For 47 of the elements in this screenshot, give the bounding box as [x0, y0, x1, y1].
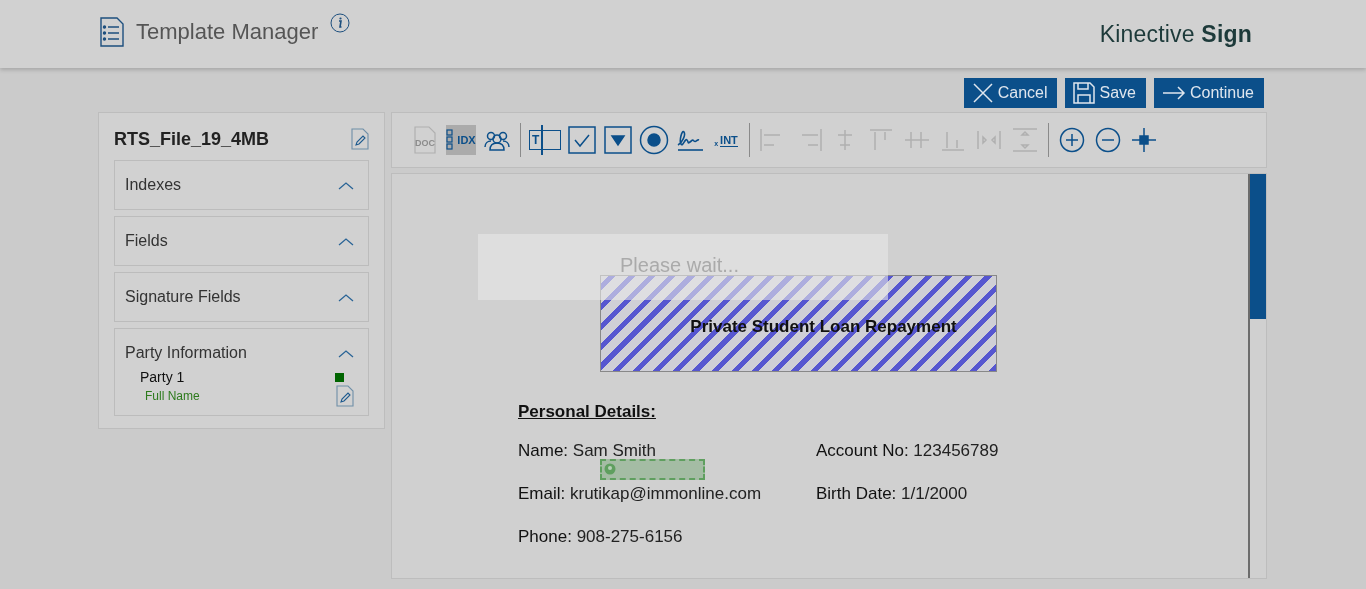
detail-text: Email: krutikap@immonline.com	[518, 484, 762, 505]
section-title[interactable]: Fields	[125, 232, 168, 250]
detail-text: Name: Sam Smith	[518, 441, 656, 462]
file-name: RTS_File_19_4MB	[114, 128, 270, 150]
cancel-button[interactable]: Cancel	[963, 78, 1058, 108]
section-title[interactable]: Party Information	[125, 344, 247, 362]
zoom-out-icon	[1095, 127, 1121, 153]
crosshair-tool[interactable]	[1129, 125, 1159, 155]
list-document-icon	[100, 17, 124, 47]
checkbox-tool[interactable]	[567, 125, 597, 155]
edit-document-icon[interactable]	[336, 385, 354, 407]
chevron-up-icon[interactable]	[338, 292, 354, 302]
document-icon	[413, 126, 437, 154]
detail-text: Birth Date: 1/1/2000	[816, 484, 968, 505]
zoom-out-tool[interactable]	[1093, 125, 1123, 155]
detail-text: Phone: 908-275-6156	[518, 527, 683, 548]
save-button[interactable]: Save	[1065, 78, 1146, 108]
section-title[interactable]: Indexes	[125, 176, 182, 194]
scrollbar[interactable]	[1248, 174, 1266, 578]
radio-icon	[639, 125, 669, 155]
index-list-icon	[446, 129, 455, 151]
person-icon	[604, 463, 616, 475]
dropdown-icon	[604, 126, 632, 154]
info-icon[interactable]	[330, 13, 351, 33]
radio-tool[interactable]	[639, 125, 669, 155]
dropdown-tool[interactable]	[603, 125, 633, 155]
section-heading: Personal Details:	[518, 402, 656, 422]
party-field[interactable]: Full Name	[145, 389, 200, 403]
edit-document-icon[interactable]	[351, 128, 369, 150]
placed-field[interactable]	[600, 459, 705, 480]
page-title: Template Manager	[136, 19, 319, 45]
chevron-up-icon[interactable]	[338, 180, 354, 190]
brand-logo: Kinective Sign	[1099, 20, 1252, 48]
zoom-in-tool[interactable]	[1057, 125, 1087, 155]
chevron-up-icon[interactable]	[338, 236, 354, 246]
space-vertical-icon	[1010, 127, 1040, 153]
chevron-up-icon[interactable]	[338, 348, 354, 358]
close-icon	[971, 82, 994, 104]
section-title[interactable]: Signature Fields	[125, 288, 241, 306]
checkbox-icon	[568, 126, 596, 154]
detail-text: Account No: 123456789	[816, 441, 999, 462]
continue-button[interactable]: Continue	[1153, 78, 1264, 108]
index-tool[interactable]: IDX	[446, 125, 476, 155]
arrow-right-icon	[1161, 86, 1186, 100]
zoom-in-icon	[1059, 127, 1085, 153]
party-name[interactable]: Party 1	[140, 369, 185, 385]
crosshair-icon	[1131, 127, 1157, 153]
